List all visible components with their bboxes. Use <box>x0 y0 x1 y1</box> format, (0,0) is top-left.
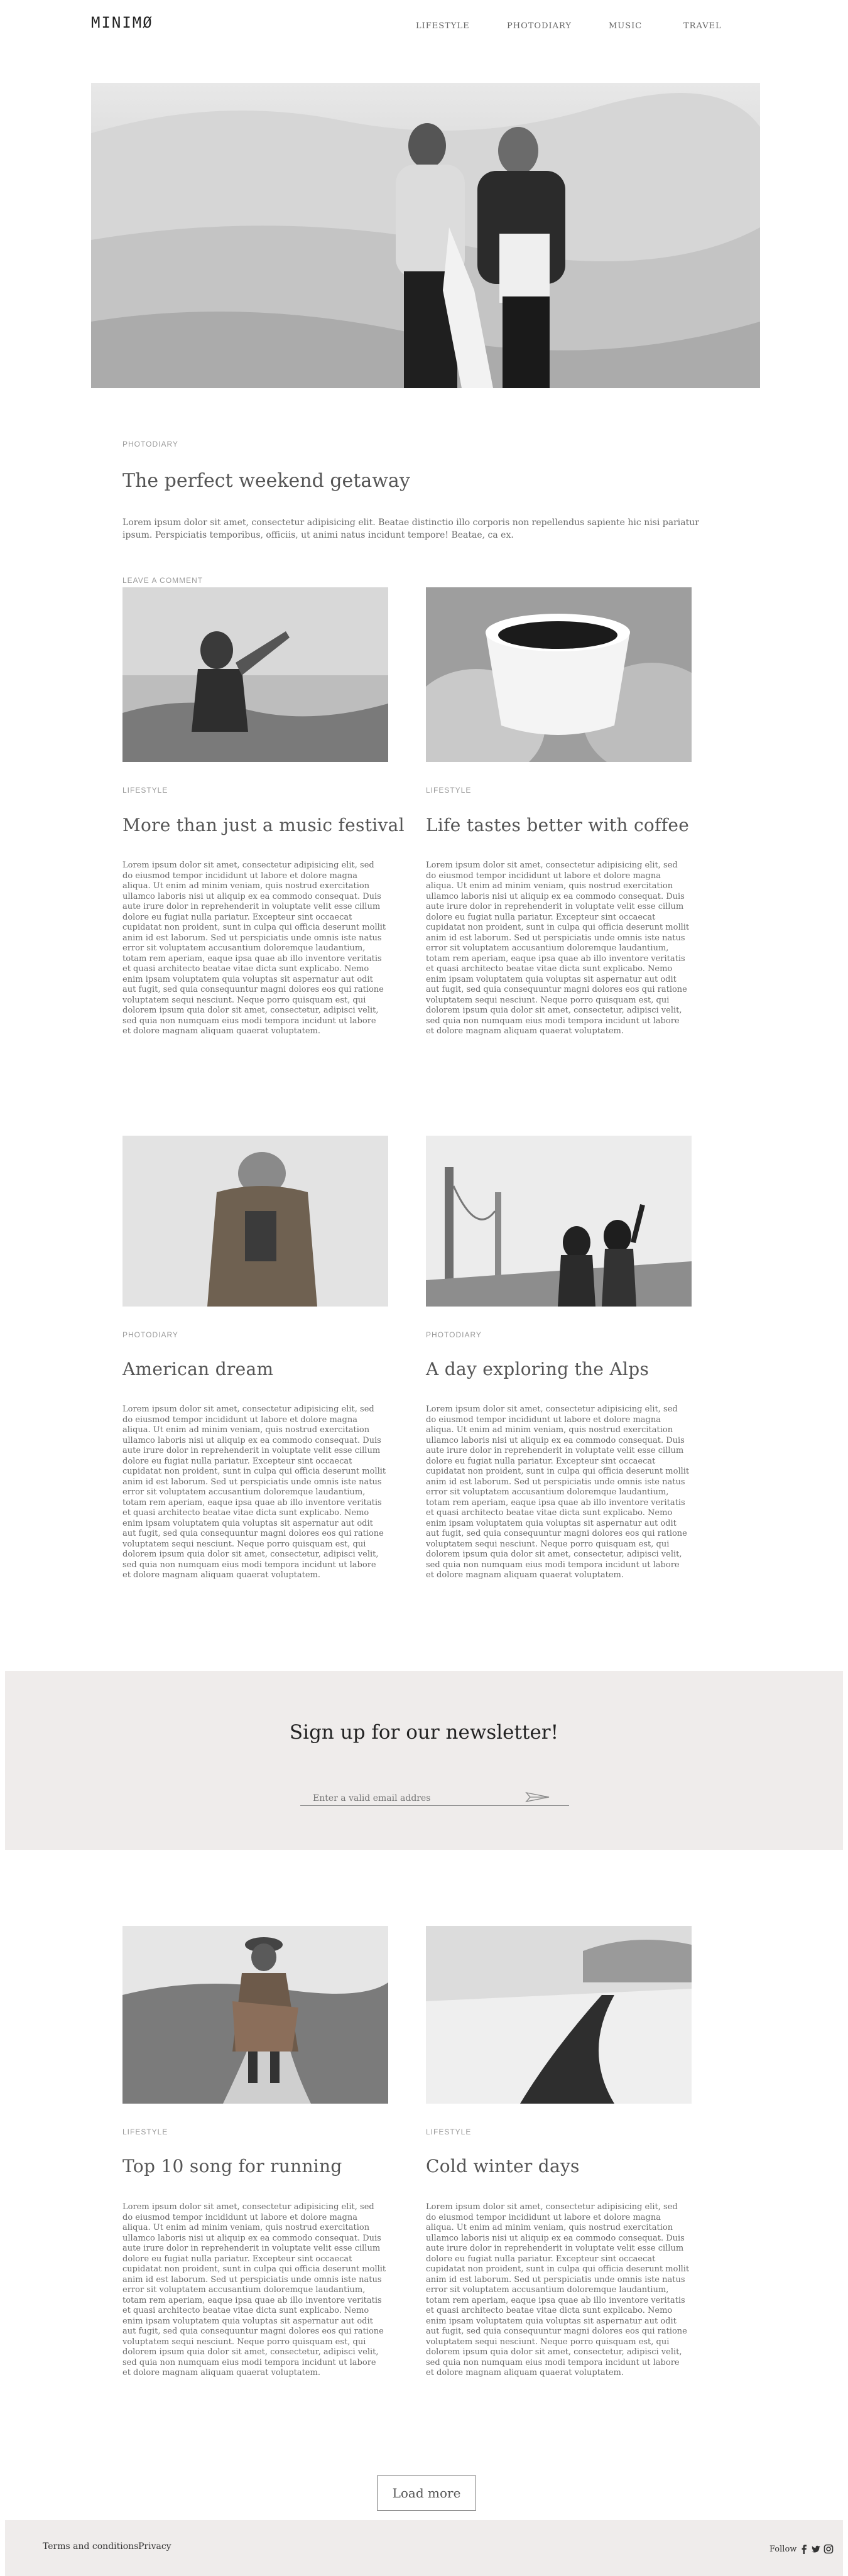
post-excerpt: Lorem ipsum dolor sit amet, consectetur … <box>426 1405 690 1580</box>
post-excerpt: Lorem ipsum dolor sit amet, consectetur … <box>426 2202 690 2378</box>
post-title[interactable]: A day exploring the Alps <box>426 1359 649 1379</box>
post-category[interactable]: LIFESTYLE <box>122 786 168 795</box>
post-image[interactable] <box>426 1136 692 1307</box>
nav-item-photodiary[interactable]: PHOTODIARY <box>507 21 572 31</box>
post-image[interactable] <box>122 1926 388 2104</box>
paper-plane-icon[interactable] <box>525 1790 550 1804</box>
post-image[interactable] <box>426 587 692 762</box>
post-title[interactable]: Top 10 song for running <box>122 2156 342 2177</box>
post-title[interactable]: Cold winter days <box>426 2156 580 2177</box>
post-title[interactable]: Life tastes better with coffee <box>426 815 689 835</box>
newsletter-title: Sign up for our newsletter! <box>289 1721 559 1744</box>
post-category[interactable]: LIFESTYLE <box>122 2128 168 2136</box>
privacy-link[interactable]: Privacy <box>138 2541 171 2552</box>
post-image[interactable] <box>122 1136 388 1307</box>
hero-excerpt: Lorem ipsum dolor sit amet, consectetur … <box>122 518 699 540</box>
post-excerpt: Lorem ipsum dolor sit amet, consectetur … <box>426 861 690 1036</box>
nav-item-lifestyle[interactable]: LIFESTYLE <box>416 21 470 31</box>
newsletter-section: Sign up for our newsletter! <box>5 1671 843 1850</box>
hero-category[interactable]: PHOTODIARY <box>122 440 178 448</box>
post-title[interactable]: American dream <box>122 1359 273 1379</box>
load-more-button[interactable]: Load more <box>377 2475 476 2511</box>
post-category[interactable]: LIFESTYLE <box>426 2128 471 2136</box>
hero-image[interactable] <box>91 83 760 388</box>
post-category[interactable]: PHOTODIARY <box>122 1330 178 1339</box>
site-logo[interactable]: MINIMØ <box>91 14 153 31</box>
facebook-icon[interactable] <box>800 2544 808 2554</box>
nav-item-travel[interactable]: TRAVEL <box>683 21 722 31</box>
post-title[interactable]: More than just a music festival <box>122 815 405 835</box>
post-image[interactable] <box>426 1926 692 2104</box>
post-image[interactable] <box>122 587 388 762</box>
instagram-icon[interactable] <box>824 2544 834 2554</box>
post-category[interactable]: PHOTODIARY <box>426 1330 482 1339</box>
site-footer: Terms and conditions Privacy Follow <box>5 2520 843 2576</box>
leave-comment-link[interactable]: LEAVE A COMMENT <box>122 576 203 585</box>
nav-item-music[interactable]: MUSIC <box>609 21 642 31</box>
post-excerpt: Lorem ipsum dolor sit amet, consectetur … <box>122 1405 386 1580</box>
post-excerpt: Lorem ipsum dolor sit amet, consectetur … <box>122 861 386 1036</box>
follow-label: Follow <box>769 2545 797 2554</box>
hero-title[interactable]: The perfect weekend getaway <box>122 470 410 492</box>
post-category[interactable]: LIFESTYLE <box>426 786 471 795</box>
post-excerpt: Lorem ipsum dolor sit amet, consectetur … <box>122 2202 386 2378</box>
terms-link[interactable]: Terms and conditions <box>43 2541 138 2552</box>
twitter-icon[interactable] <box>811 2544 821 2554</box>
